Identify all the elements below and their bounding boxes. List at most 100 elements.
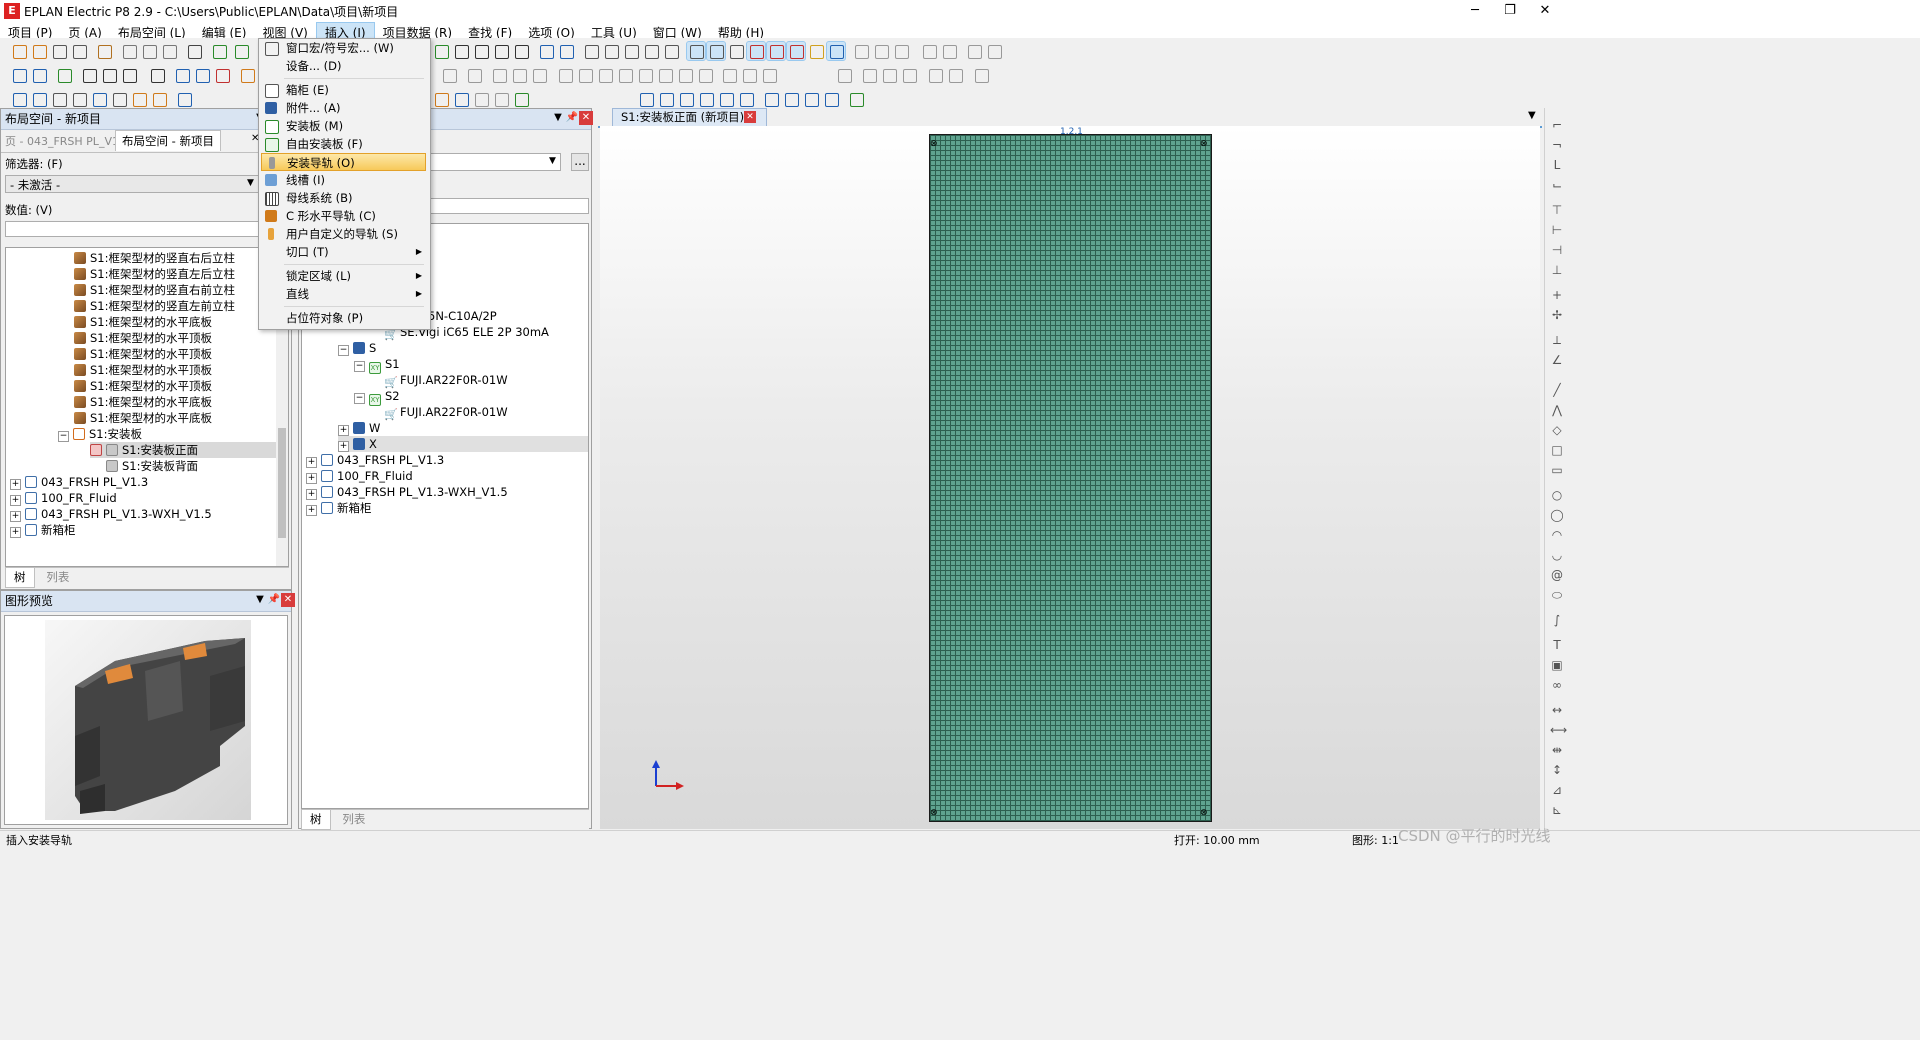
menu-item-device[interactable]: 设备... (D) — [261, 57, 426, 75]
rotate-view-icon[interactable] — [847, 90, 865, 108]
tree-item-s1[interactable]: − XY S1 — [354, 356, 400, 374]
tree-item-s[interactable]: − S — [338, 340, 376, 356]
menu-item-c-rail[interactable]: C 形水平导轨 (C) — [261, 207, 426, 225]
tab-list[interactable]: 列表 — [334, 810, 373, 829]
spiral-icon[interactable]: @ — [1550, 568, 1564, 582]
menu-item-line[interactable]: 直线 ▶ — [261, 285, 426, 303]
tree-item[interactable]: S1:框架型材的水平顶板 — [74, 346, 212, 362]
toolbar-grey-11-icon[interactable] — [556, 66, 574, 84]
circle-icon[interactable]: ○ — [1550, 488, 1564, 502]
tree-item-panel-front[interactable]: S1:安装板正面 — [90, 442, 276, 458]
flag-2-icon[interactable] — [193, 66, 211, 84]
duct-tool-icon[interactable] — [90, 90, 108, 108]
grid-c-icon[interactable] — [622, 42, 640, 60]
open-project-icon[interactable] — [30, 42, 48, 60]
pin-icon[interactable]: 📌 — [267, 593, 281, 607]
tree-item[interactable]: S1:框架型材的水平底板 — [74, 394, 212, 410]
toolbar-grey-1-icon[interactable] — [852, 42, 870, 60]
tree-item-enclosure[interactable]: +043_FRSH PL_V1.3 — [306, 452, 444, 468]
grid-d-icon[interactable] — [642, 42, 660, 60]
rail-tool-icon[interactable] — [50, 90, 68, 108]
refresh-icon[interactable] — [432, 42, 450, 60]
tree-item[interactable]: S1:框架型材的水平顶板 — [74, 378, 212, 394]
toolbar-grey-29-icon[interactable] — [472, 90, 490, 108]
sort-icon[interactable] — [120, 66, 138, 84]
toolbar-grey-22-icon[interactable] — [835, 66, 853, 84]
tree-item-x[interactable]: + X — [338, 436, 588, 452]
snap-3-icon[interactable] — [786, 41, 806, 61]
tree-item-s2[interactable]: − XY S2 — [354, 388, 400, 406]
t-junction-3-icon[interactable]: ⊣ — [1550, 243, 1564, 257]
orthogonal-icon[interactable] — [826, 41, 846, 61]
rectangle-2-icon[interactable]: ▭ — [1550, 463, 1564, 477]
toolbar-grey-21-icon[interactable] — [760, 66, 778, 84]
tree-item-enclosure[interactable]: + 新箱柜 — [306, 500, 372, 516]
mounting-panel-tool-icon[interactable] — [30, 90, 48, 108]
view-right-icon[interactable] — [697, 90, 715, 108]
collapse-icon[interactable]: − — [354, 393, 365, 404]
dimension-2-icon[interactable]: ⟷ — [1550, 723, 1567, 737]
break-icon[interactable]: ⟂ — [1550, 333, 1564, 347]
snap-to-grid-icon[interactable] — [706, 41, 726, 61]
tree-item-mounting-panel[interactable]: − S1:安装板 — [58, 426, 142, 442]
toolbar-grey-14-icon[interactable] — [616, 66, 634, 84]
menu-item-mounting-rail[interactable]: 安装导轨 (O) — [261, 153, 426, 171]
tab-tree[interactable]: 树 — [5, 568, 35, 588]
tree-item[interactable]: S1:框架型材的水平底板 — [74, 314, 212, 330]
toolbar-grey-13-icon[interactable] — [596, 66, 614, 84]
object-snap-icon[interactable] — [746, 41, 766, 61]
rectangle-icon[interactable]: □ — [1550, 443, 1564, 457]
tab-list[interactable]: 列表 — [38, 568, 77, 587]
custom-rail-tool-icon[interactable] — [150, 90, 168, 108]
tab-layout-space[interactable]: 布局空间 - 新项目 — [115, 130, 221, 151]
toolbar-grey-8-icon[interactable] — [490, 66, 508, 84]
view-front-icon[interactable] — [637, 90, 655, 108]
toolbar-grey-24-icon[interactable] — [880, 66, 898, 84]
dimension-icon[interactable]: ↔ — [1550, 703, 1564, 717]
expand-icon[interactable]: + — [306, 457, 317, 468]
menu-item-custom-rail[interactable]: 用户自定义的导轨 (S) — [261, 225, 426, 243]
pin-icon[interactable]: 📌 — [565, 111, 579, 125]
corner-tool-4-icon[interactable]: ⌙ — [1550, 178, 1564, 192]
accessory-tool-icon[interactable] — [175, 90, 193, 108]
toolbar-grey-12-icon[interactable] — [576, 66, 594, 84]
menu-item-locked-area[interactable]: 锁定区域 (L) ▶ — [261, 267, 426, 285]
expand-icon[interactable]: + — [306, 473, 317, 484]
corner-tool-3-icon[interactable]: L — [1550, 158, 1564, 172]
tree-item-enclosure[interactable]: +043_FRSH PL_V1.3 — [10, 474, 148, 490]
number-2-icon[interactable] — [100, 66, 118, 84]
toolbar-grey-7-icon[interactable] — [465, 66, 483, 84]
expand-icon[interactable]: + — [338, 441, 349, 452]
mounting-panel-front-drawing[interactable] — [929, 134, 1212, 822]
format-icon[interactable] — [210, 42, 228, 60]
arc-2-icon[interactable]: ◡ — [1550, 548, 1564, 562]
expand-icon[interactable]: + — [10, 479, 21, 490]
wrench-icon[interactable] — [95, 42, 113, 60]
angle-icon[interactable]: ∠ — [1550, 353, 1564, 367]
parts-value-input[interactable] — [419, 198, 589, 214]
tab-list-dropdown-icon[interactable]: ▼ — [1528, 110, 1536, 121]
menu-item-accessory[interactable]: 附件... (A) — [261, 99, 426, 117]
menu-item-mounting-panel[interactable]: 安装板 (M) — [261, 117, 426, 135]
view-left-icon[interactable] — [677, 90, 695, 108]
terminal-icon[interactable] — [148, 66, 166, 84]
polygon-icon[interactable]: ◇ — [1550, 423, 1564, 437]
toolbar-grey-23-icon[interactable] — [860, 66, 878, 84]
grid-b-icon[interactable] — [602, 42, 620, 60]
tree-item-enclosure[interactable]: +100_FR_Fluid — [306, 468, 413, 484]
dimension-3-icon[interactable]: ⇹ — [1550, 743, 1564, 757]
corner-tool-2-icon[interactable]: ¬ — [1550, 138, 1564, 152]
toolbar-grey-9-icon[interactable] — [510, 66, 528, 84]
toolbar-orange-icon[interactable] — [432, 90, 450, 108]
tree-item[interactable]: S1:框架型材的水平底板 — [74, 410, 212, 426]
expand-icon[interactable]: + — [338, 425, 349, 436]
dimension-4-icon[interactable]: ↕ — [1550, 763, 1564, 777]
text-icon[interactable]: T — [1550, 638, 1564, 652]
menu-item-enclosure[interactable]: 箱柜 (E) — [261, 81, 426, 99]
tree-item[interactable]: S1:框架型材的竖直右前立柱 — [74, 282, 235, 298]
toolbar-grey-16-icon[interactable] — [656, 66, 674, 84]
new-project-icon[interactable] — [10, 42, 28, 60]
close-icon[interactable]: ✕ — [579, 111, 593, 125]
expand-icon[interactable]: + — [10, 495, 21, 506]
iso-2-icon[interactable] — [782, 90, 800, 108]
